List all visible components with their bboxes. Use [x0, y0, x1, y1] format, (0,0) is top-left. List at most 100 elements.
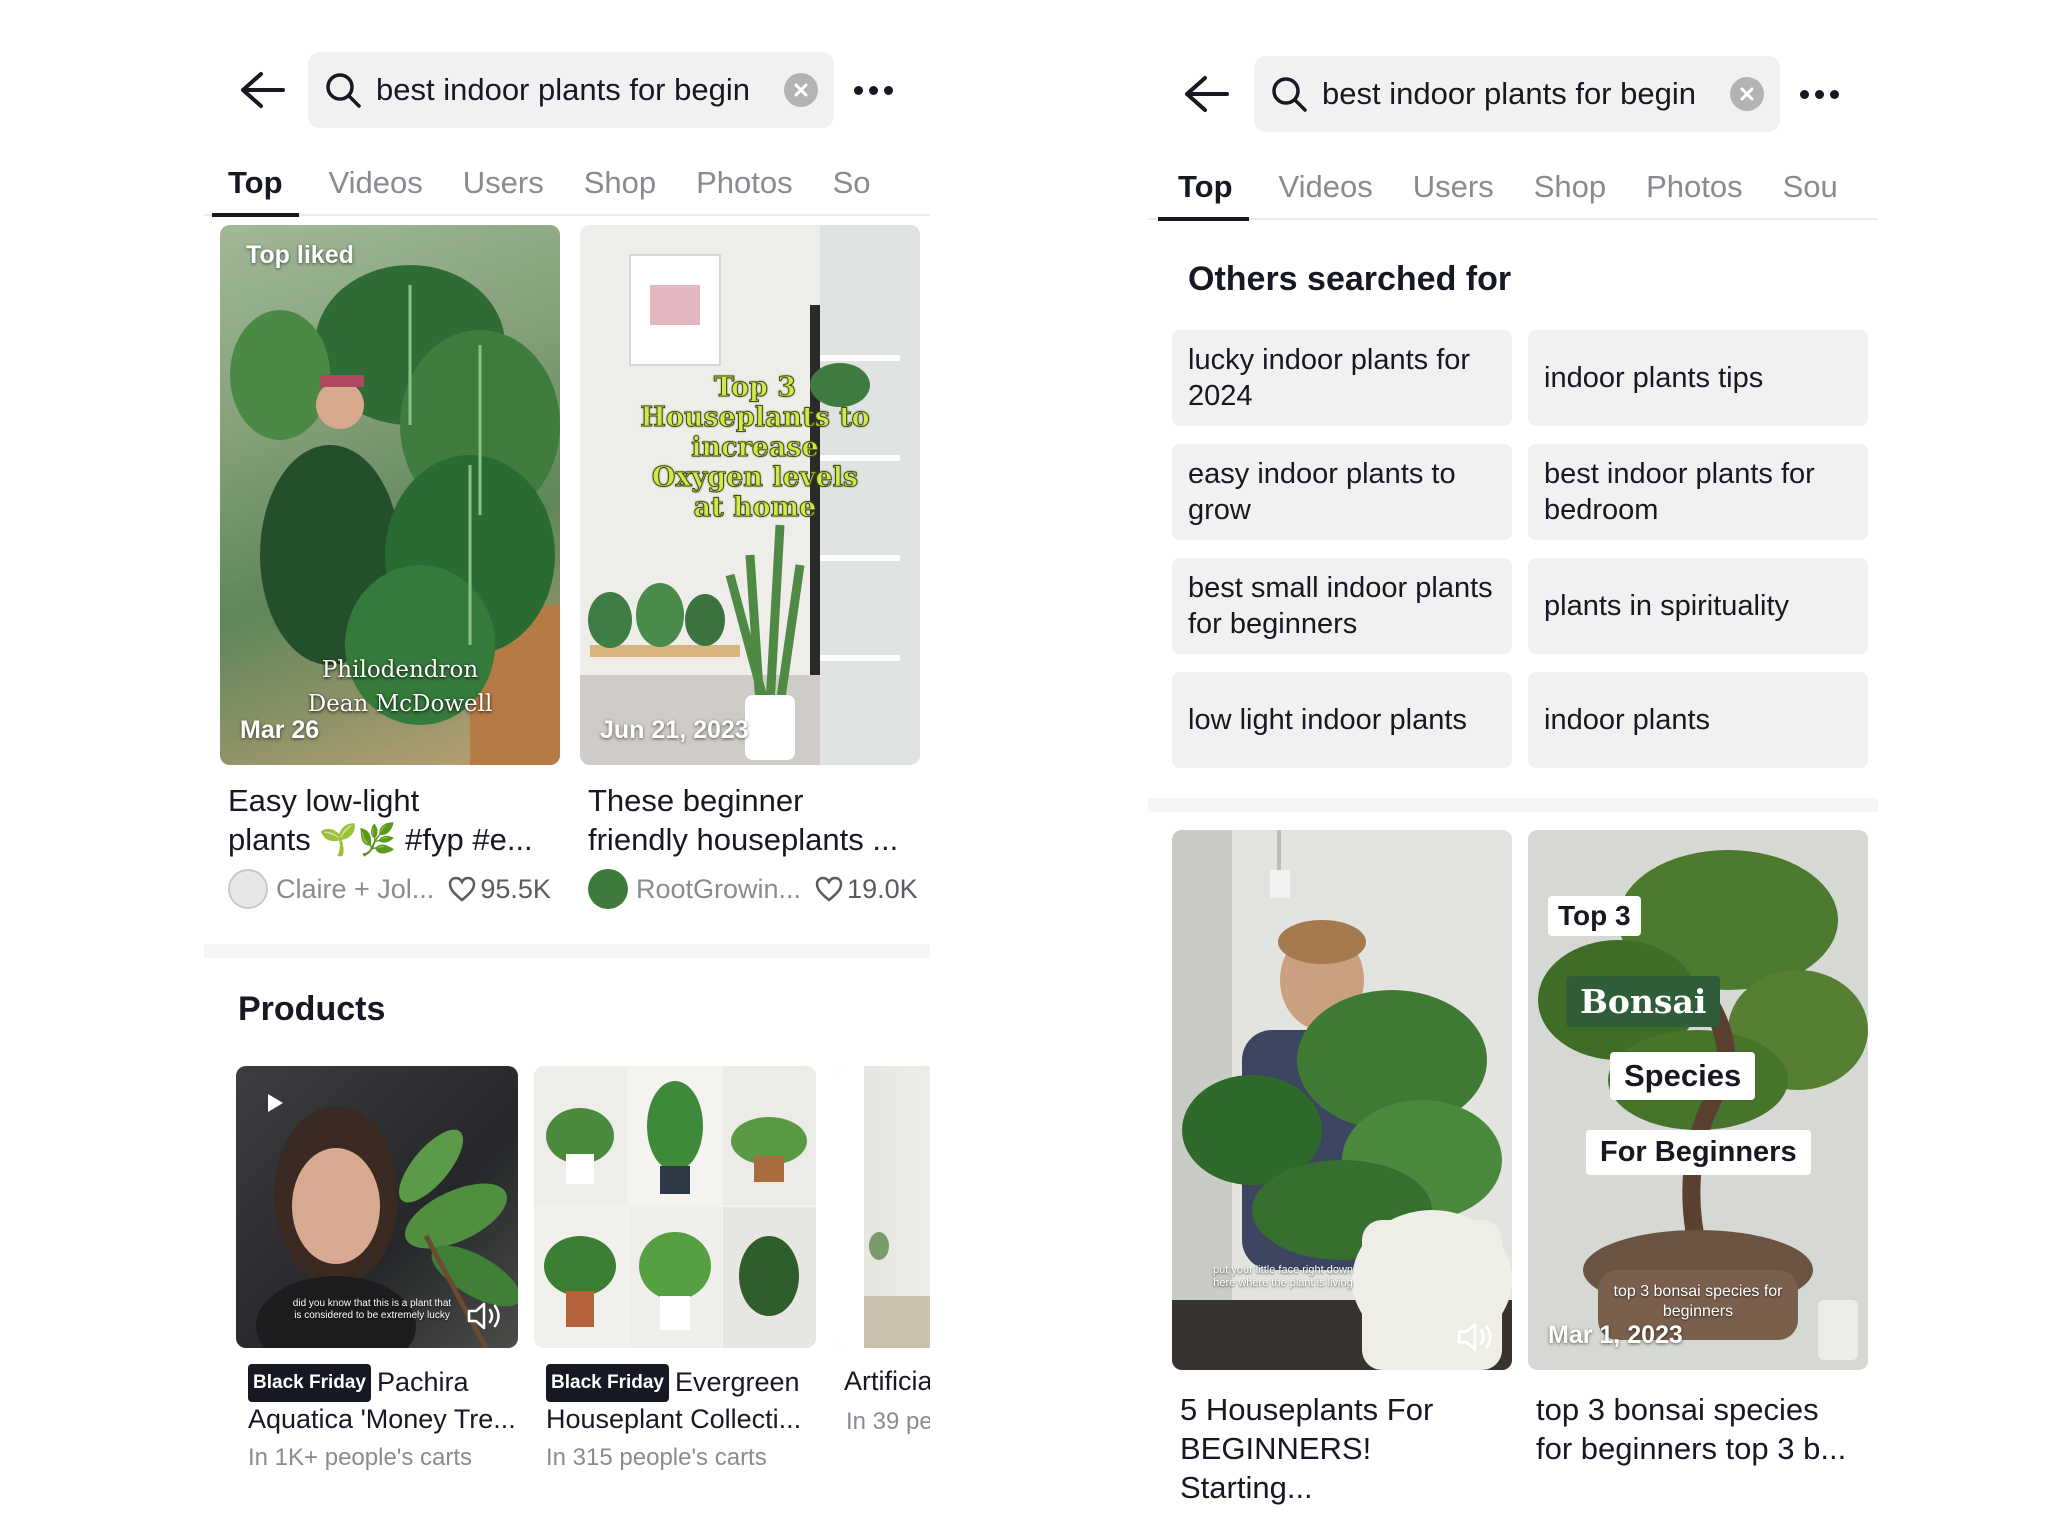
- video-date: Jun 21, 2023: [600, 716, 749, 744]
- overlay-label: Top 3: [1548, 896, 1641, 936]
- video-date: Mar 26: [240, 716, 320, 744]
- suggestion-chip[interactable]: plants in spirituality: [1528, 558, 1868, 654]
- suggestion-chip[interactable]: easy indoor plants to grow: [1172, 444, 1512, 540]
- tab-sounds[interactable]: So: [813, 151, 891, 215]
- product-image[interactable]: [834, 1066, 930, 1348]
- like-count: 95.5K: [448, 874, 551, 905]
- sound-icon[interactable]: [1456, 1320, 1496, 1354]
- clear-search-button[interactable]: [1730, 77, 1764, 111]
- back-button[interactable]: [236, 64, 288, 116]
- video-caption: top 3 bonsai species for beginners: [1613, 1283, 1783, 1320]
- more-options-button[interactable]: [1800, 74, 1839, 114]
- search-icon: [1272, 77, 1307, 112]
- black-friday-badge: Black Friday: [248, 1364, 371, 1402]
- product-image[interactable]: [534, 1066, 816, 1348]
- avatar[interactable]: [228, 869, 268, 909]
- top-liked-badge: Top liked: [246, 241, 354, 269]
- video-title[interactable]: top 3 bonsai species for beginners top 3…: [1536, 1390, 1866, 1468]
- video-card[interactable]: Top 3 Bonsai Species For Beginners top 3…: [1528, 830, 1868, 1470]
- product-card[interactable]: Artificia In 39 pe: [834, 1066, 930, 1486]
- author-name[interactable]: Claire + Jol...: [276, 874, 434, 905]
- tab-top[interactable]: Top: [204, 151, 309, 217]
- tab-videos[interactable]: Videos: [309, 151, 443, 215]
- search-icon: [326, 73, 361, 108]
- right-screen: best indoor plants for begin Top Videos …: [1148, 0, 1878, 1536]
- clear-search-button[interactable]: [784, 73, 818, 107]
- more-icon: [1800, 89, 1809, 99]
- video-meta: Claire + Jol... 95.5K: [228, 869, 551, 909]
- tab-videos[interactable]: Videos: [1259, 155, 1393, 219]
- left-screen: best indoor plants for begin Top Videos …: [204, 0, 930, 1536]
- video-title[interactable]: These beginner friendly houseplants ...: [588, 781, 918, 859]
- suggestion-chip[interactable]: indoor plants tips: [1528, 330, 1868, 426]
- overlay-label: Species: [1610, 1052, 1756, 1100]
- video-overlay-text: Top 3 Houseplants to increase Oxygen lev…: [640, 372, 870, 523]
- video-caption: did you know that this is a plant that i…: [292, 1298, 452, 1321]
- video-overlay-text: Philodendron Dean McDowell: [307, 657, 493, 717]
- sound-icon[interactable]: [466, 1300, 504, 1332]
- product-title[interactable]: Artificia: [844, 1364, 930, 1398]
- suggestion-chip[interactable]: lucky indoor plants for 2024: [1172, 330, 1512, 426]
- tab-bar: Top Videos Users Shop Photos Sou: [1148, 155, 1878, 221]
- cart-count: In 39 pe: [846, 1408, 930, 1435]
- suggestion-chip[interactable]: best indoor plants for bedroom: [1528, 444, 1868, 540]
- cart-count: In 315 people's carts: [546, 1444, 767, 1471]
- product-card[interactable]: did you know that this is a plant that i…: [236, 1066, 518, 1486]
- suggestion-chip[interactable]: best small indoor plants for beginners: [1172, 558, 1512, 654]
- clear-icon: [1740, 87, 1754, 101]
- tab-users[interactable]: Users: [1393, 155, 1514, 219]
- suggestion-chip[interactable]: indoor plants: [1528, 672, 1868, 768]
- play-icon: [268, 1094, 283, 1112]
- product-title[interactable]: Black Friday Evergreen Houseplant Collect…: [546, 1364, 816, 1436]
- heart-icon: [449, 876, 476, 902]
- like-count: 19.0K: [815, 874, 918, 905]
- video-thumbnail[interactable]: Top 3 Bonsai Species For Beginners top 3…: [1528, 830, 1868, 1370]
- tab-bar: Top Videos Users Shop Photos So: [204, 151, 930, 217]
- back-arrow-icon: [241, 72, 285, 108]
- suggestion-chip[interactable]: low light indoor plants: [1172, 672, 1512, 768]
- clear-icon: [794, 83, 808, 97]
- search-bar[interactable]: best indoor plants for begin: [308, 52, 834, 128]
- more-options-button[interactable]: [854, 70, 893, 110]
- tab-shop[interactable]: Shop: [1514, 155, 1626, 219]
- product-image[interactable]: did you know that this is a plant that i…: [236, 1066, 518, 1348]
- tab-users[interactable]: Users: [443, 151, 564, 215]
- section-divider: [204, 944, 930, 958]
- heart-icon: [815, 876, 843, 902]
- tab-photos[interactable]: Photos: [1626, 155, 1763, 219]
- tab-photos[interactable]: Photos: [676, 151, 813, 215]
- product-title[interactable]: Black Friday Pachira Aquatica 'Money Tre.…: [248, 1364, 518, 1436]
- products-heading: Products: [238, 990, 386, 1028]
- back-arrow-icon: [1185, 76, 1229, 112]
- video-card[interactable]: Top 3 Houseplants to increase Oxygen lev…: [580, 225, 920, 925]
- others-searched-heading: Others searched for: [1188, 260, 1512, 298]
- product-card[interactable]: Black Friday Evergreen Houseplant Collect…: [534, 1066, 816, 1486]
- tab-sounds[interactable]: Sou: [1763, 155, 1858, 219]
- video-thumbnail[interactable]: Top liked Philodendron Dean McDowell Mar…: [220, 225, 560, 765]
- search-input[interactable]: best indoor plants for begin: [376, 72, 784, 108]
- avatar[interactable]: [588, 869, 628, 909]
- back-button[interactable]: [1180, 68, 1232, 120]
- video-title[interactable]: Easy low-light plants 🌱🌿 #fyp #e...: [228, 781, 558, 859]
- cart-count: In 1K+ people's carts: [248, 1444, 473, 1471]
- video-thumbnail[interactable]: Top 3 Houseplants to increase Oxygen lev…: [580, 225, 920, 765]
- video-thumbnail[interactable]: put your little face right down here whe…: [1172, 830, 1512, 1370]
- video-title[interactable]: 5 Houseplants For BEGINNERS! Starting...: [1180, 1390, 1510, 1507]
- search-bar[interactable]: best indoor plants for begin: [1254, 56, 1780, 132]
- section-divider: [1148, 798, 1878, 812]
- overlay-label: For Beginners: [1586, 1130, 1811, 1175]
- video-caption: put your little face right down here whe…: [1212, 1264, 1354, 1289]
- search-input[interactable]: best indoor plants for begin: [1322, 76, 1730, 112]
- tab-top[interactable]: Top: [1148, 155, 1259, 221]
- overlay-label: Bonsai: [1566, 976, 1721, 1027]
- video-card[interactable]: put your little face right down here whe…: [1172, 830, 1512, 1505]
- video-meta: RootGrowin... 19.0K: [588, 869, 918, 909]
- tab-shop[interactable]: Shop: [564, 151, 676, 215]
- more-icon: [854, 85, 863, 95]
- plant-collection-grid: [534, 1066, 816, 1348]
- video-card[interactable]: Top liked Philodendron Dean McDowell Mar…: [220, 225, 560, 925]
- author-name[interactable]: RootGrowin...: [636, 874, 801, 905]
- black-friday-badge: Black Friday: [546, 1364, 669, 1402]
- video-date: Mar 1, 2023: [1548, 1321, 1683, 1349]
- interior-illustration: [834, 1066, 930, 1348]
